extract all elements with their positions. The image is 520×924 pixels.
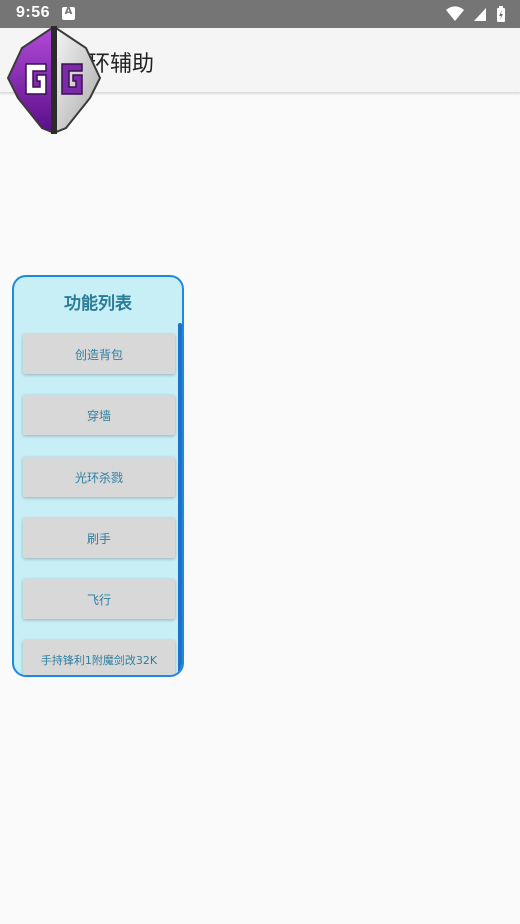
wifi-icon [445,6,464,22]
system-icons [442,6,506,22]
aura-kill-button[interactable]: 光环杀戮 [23,457,175,497]
sharpness-sword-button[interactable]: 手持锋利1附魔剑改32K [23,640,175,675]
wall-pass-button[interactable]: 穿墙 [23,395,175,435]
notification-letter: A [64,6,73,17]
gg-floating-icon[interactable] [6,26,102,134]
panel-title: 功能列表 [64,294,132,314]
status-bar: 9:56 A [0,0,520,28]
create-backpack-button[interactable]: 创造背包 [23,334,175,374]
scrollbar[interactable] [178,323,182,673]
battery-icon [497,6,505,22]
notification-icon: A [62,6,75,20]
function-list-panel: 功能列表 创造背包 穿墙 光环杀戮 刷手 飞行 手持锋利1附魔剑改32K [12,275,184,677]
brush-hand-button[interactable]: 刷手 [23,518,175,558]
status-time: 9:56 [16,4,51,21]
fly-button[interactable]: 飞行 [23,579,175,619]
signal-icon [473,8,486,21]
